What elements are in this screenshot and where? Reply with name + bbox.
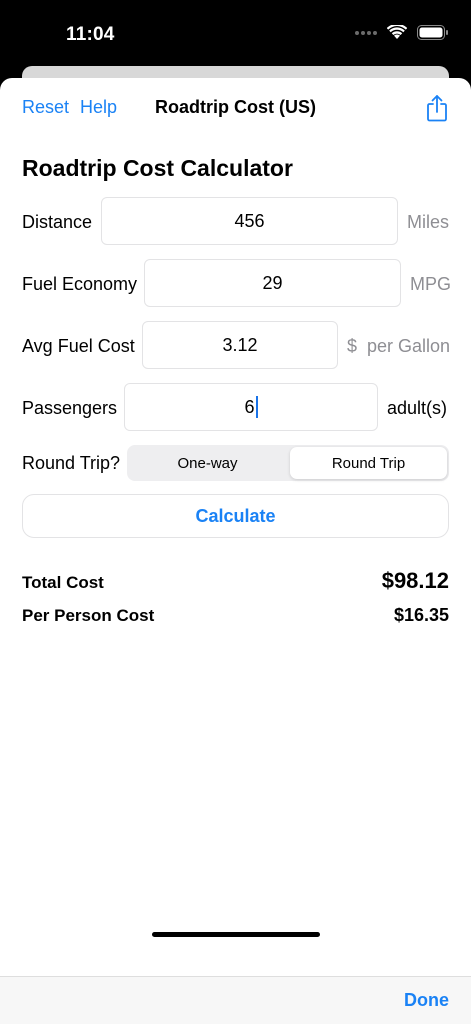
- bottom-toolbar: Done: [0, 976, 471, 1024]
- avg-fuel-cost-label: Avg Fuel Cost: [22, 336, 135, 356]
- passengers-value: 6: [244, 396, 255, 417]
- share-icon: [427, 95, 447, 122]
- total-cost-label: Total Cost: [22, 573, 104, 592]
- status-icons: [355, 25, 449, 40]
- passengers-field[interactable]: 6: [124, 383, 378, 431]
- passengers-label: Passengers: [22, 398, 118, 418]
- total-cost-value: $98.12: [381, 568, 449, 593]
- avg-fuel-cost-unit: $ per Gallon: [347, 336, 451, 356]
- done-button[interactable]: Done: [404, 990, 449, 1011]
- home-indicator[interactable]: [152, 932, 320, 937]
- segment-one-way[interactable]: One-way: [129, 447, 286, 479]
- distance-label: Distance: [22, 212, 93, 232]
- per-person-cost-value: $16.35: [393, 605, 449, 625]
- form-heading: Roadtrip Cost Calculator: [22, 155, 293, 181]
- fuel-economy-unit: MPG: [410, 274, 452, 294]
- distance-unit: Miles: [407, 212, 450, 232]
- share-button[interactable]: [425, 93, 449, 123]
- distance-value: 456: [234, 210, 265, 231]
- avg-fuel-cost-value: 3.12: [222, 334, 258, 355]
- status-time: 11:04: [66, 24, 115, 45]
- cellular-signal-icon: [355, 30, 377, 35]
- round-trip-segmented-control: One-way Round Trip: [127, 445, 449, 481]
- calculate-button[interactable]: Calculate: [22, 494, 449, 538]
- avg-fuel-cost-field[interactable]: 3.12: [142, 321, 338, 369]
- per-person-cost-label: Per Person Cost: [22, 606, 155, 625]
- status-bar: 11:04: [0, 0, 471, 66]
- wifi-icon: [387, 25, 407, 39]
- nav-title: Roadtrip Cost (US): [155, 97, 316, 117]
- fuel-economy-field[interactable]: 29: [144, 259, 401, 307]
- passengers-unit: adult(s): [387, 398, 448, 418]
- segment-round-trip[interactable]: Round Trip: [290, 447, 447, 479]
- distance-field[interactable]: 456: [101, 197, 398, 245]
- nav-bar: Reset Help Roadtrip Cost (US): [0, 78, 471, 136]
- battery-icon: [417, 25, 448, 40]
- text-cursor: [255, 396, 258, 418]
- round-trip-label: Round Trip?: [22, 453, 121, 473]
- fuel-economy-value: 29: [262, 272, 283, 293]
- fuel-economy-label: Fuel Economy: [22, 274, 138, 294]
- modal-sheet: Reset Help Roadtrip Cost (US) Roadtrip C…: [0, 78, 471, 1024]
